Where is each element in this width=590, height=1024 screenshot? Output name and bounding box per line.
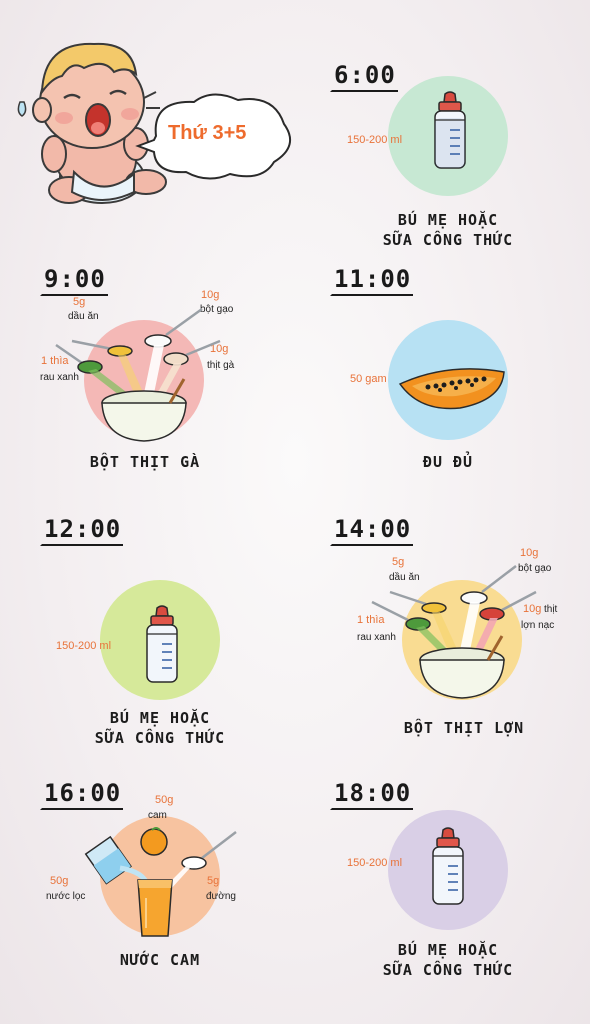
quantity-label: 150-200 ml — [56, 640, 112, 652]
time-label: 9:00 — [40, 266, 108, 296]
meal-caption: BỘT THỊT LỢN — [364, 718, 564, 738]
time-label: 6:00 — [330, 62, 398, 92]
porridge-bowl-icon — [371, 565, 537, 699]
day-label: Thứ 3+5 — [168, 122, 247, 144]
meal-caption: ĐU ĐỦ — [348, 452, 548, 472]
milk-bottle-icon — [434, 91, 466, 169]
porridge-bowl-icon — [55, 307, 221, 442]
caption-line: BÚ MẸ HOẶC — [109, 709, 211, 727]
time-label: 14:00 — [330, 516, 414, 546]
time-label: 16:00 — [40, 780, 124, 810]
caption-line: BÚ MẸ HOẶC — [397, 211, 499, 229]
time-label: 18:00 — [330, 780, 414, 810]
caption-line: BÚ MẸ HOẶC — [397, 941, 499, 959]
meal-caption: BÚ MẸ HOẶC SỮA CÔNG THỨC — [348, 210, 548, 250]
meal-caption: NƯỚC CAM — [60, 950, 260, 970]
quantity-label: 150-200 ml — [347, 857, 403, 869]
quantity-label: 150-200 ml — [347, 134, 403, 146]
caption-line: SỮA CÔNG THỨC — [382, 961, 514, 979]
ingredient-amount: 50g — [50, 875, 69, 887]
papaya-icon — [398, 368, 505, 410]
milk-bottle-icon — [146, 605, 178, 683]
ingredient-name: thịt — [544, 604, 558, 615]
meal-caption: BỘT THỊT GÀ — [60, 452, 230, 472]
ingredient-amount: 10g — [520, 547, 539, 559]
meal-caption: BÚ MẸ HOẶC SỮA CÔNG THỨC — [60, 708, 260, 748]
caption-line: BỘT THỊT GÀ — [89, 453, 201, 471]
caption-line: SỮA CÔNG THỨC — [382, 231, 514, 249]
quantity-label: 50 gam — [350, 373, 387, 385]
caption-line: SỮA CÔNG THỨC — [94, 729, 226, 747]
milk-bottle-icon — [432, 827, 464, 905]
ingredient-amount: 50g — [155, 794, 174, 806]
caption-line: NƯỚC CAM — [119, 951, 201, 969]
ingredient-name: nước lọc — [46, 891, 86, 902]
time-label: 11:00 — [330, 266, 414, 296]
ingredient-amount: 10g — [201, 289, 220, 301]
caption-line: ĐU ĐỦ — [422, 453, 474, 471]
ingredient-name: cam — [148, 810, 167, 821]
meal-caption: BÚ MẸ HOẶC SỮA CÔNG THỨC — [348, 940, 548, 980]
orange-juice-icon — [84, 827, 237, 937]
time-label: 12:00 — [40, 516, 124, 546]
caption-line: BỘT THỊT LỢN — [403, 719, 525, 737]
